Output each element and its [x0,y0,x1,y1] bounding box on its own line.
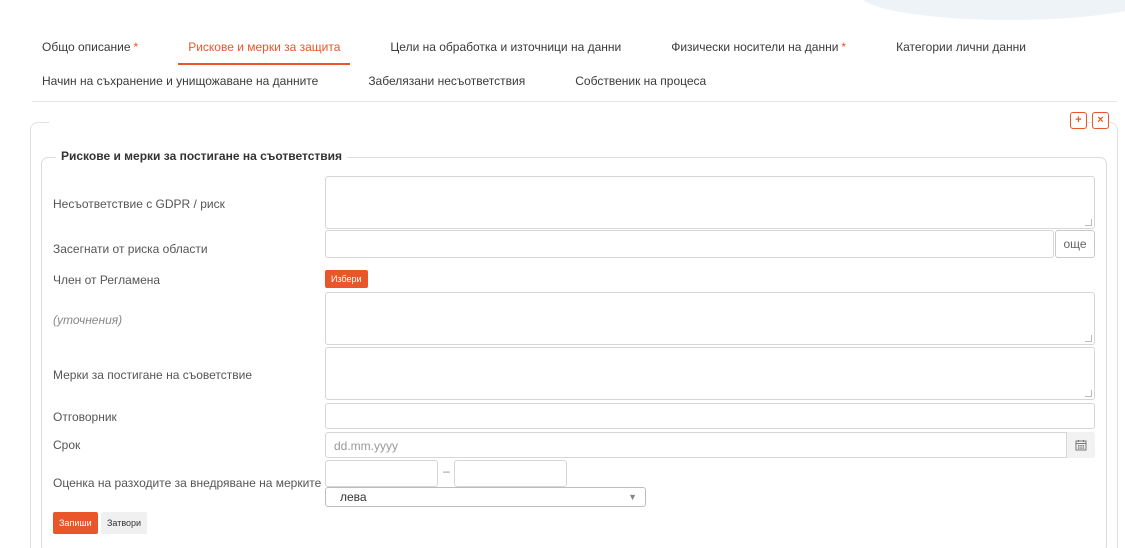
tab-label: Цели на обработка и източници на данни [390,40,622,54]
responsible-input[interactable] [325,403,1095,429]
tab-label: Собственик на процеса [575,74,707,88]
close-button[interactable]: Затвори [101,512,148,534]
deadline-label: Срок [53,438,81,452]
regulation-article-label: Член от Регламена [53,273,161,287]
tab-processing-purposes[interactable]: Цели на обработка и източници на данни [380,40,631,63]
measures-label: Мерки за постигане на съоветствие [53,368,253,382]
nonconformity-textarea[interactable] [325,176,1095,229]
tabs-row-1: Общо описание * Рискове и мерки за защита… [32,40,1066,70]
chevron-down-icon: ▼ [628,492,637,502]
header-decoration [860,0,1125,20]
deadline-date-input[interactable]: dd.mm.yyyy [325,432,1095,458]
choose-button[interactable]: Избери [325,270,368,288]
affected-areas-label: Засегнати от риска области [53,242,208,256]
range-dash: – [443,464,450,478]
tabs-row-2: Начин на съхранение и унищожаване на дан… [32,74,746,104]
cost-from-input[interactable] [325,460,438,487]
tab-label: Забелязани несъответствия [368,74,526,88]
tab-process-owner[interactable]: Собственик на процеса [565,74,716,97]
currency-select[interactable]: лева ▼ [325,487,646,507]
tab-storage-and-destruction[interactable]: Начин на съхранение и унищожаване на дан… [32,74,328,97]
tab-physical-media[interactable]: Физически носители на данни * [661,40,856,63]
currency-selected: лева [340,490,367,504]
tabs-divider [32,101,1117,102]
calendar-icon[interactable] [1066,432,1095,458]
date-placeholder: dd.mm.yyyy [334,439,399,453]
tab-general-description[interactable]: Общо описание * [32,40,148,63]
required-mark: * [841,40,847,54]
close-icon[interactable]: × [1092,112,1109,129]
clarification-textarea[interactable] [325,292,1095,345]
tab-label: Начин на съхранение и унищожаване на дан… [42,74,319,88]
affected-areas-input[interactable] [325,230,1054,258]
fieldset-legend: Рискове и мерки за постигане на съответс… [56,149,348,163]
measures-textarea[interactable] [325,347,1095,400]
clarification-label: (уточнения) [53,313,123,327]
required-mark: * [133,40,139,54]
tab-noticed-nonconformities[interactable]: Забелязани несъответствия [358,74,535,97]
tab-label: Рискове и мерки за защита [188,40,341,54]
tab-label: Физически носители на данни [671,40,839,54]
tab-label: Общо описание [42,40,131,54]
cost-label: Оценка на разходите за внедряване на мер… [53,476,322,490]
save-button[interactable]: Запиши [53,512,98,534]
tab-label: Категории лични данни [896,40,1026,54]
nonconformity-label: Несъответствие с GDPR / риск [53,197,225,211]
add-icon[interactable]: + [1070,112,1087,129]
responsible-label: Отговорник [53,410,117,424]
more-button[interactable]: още [1055,230,1095,258]
tab-risks-and-measures[interactable]: Рискове и мерки за защита [178,40,351,65]
tab-personal-data-categories[interactable]: Категории лични данни [886,40,1036,63]
cost-to-input[interactable] [454,460,567,487]
